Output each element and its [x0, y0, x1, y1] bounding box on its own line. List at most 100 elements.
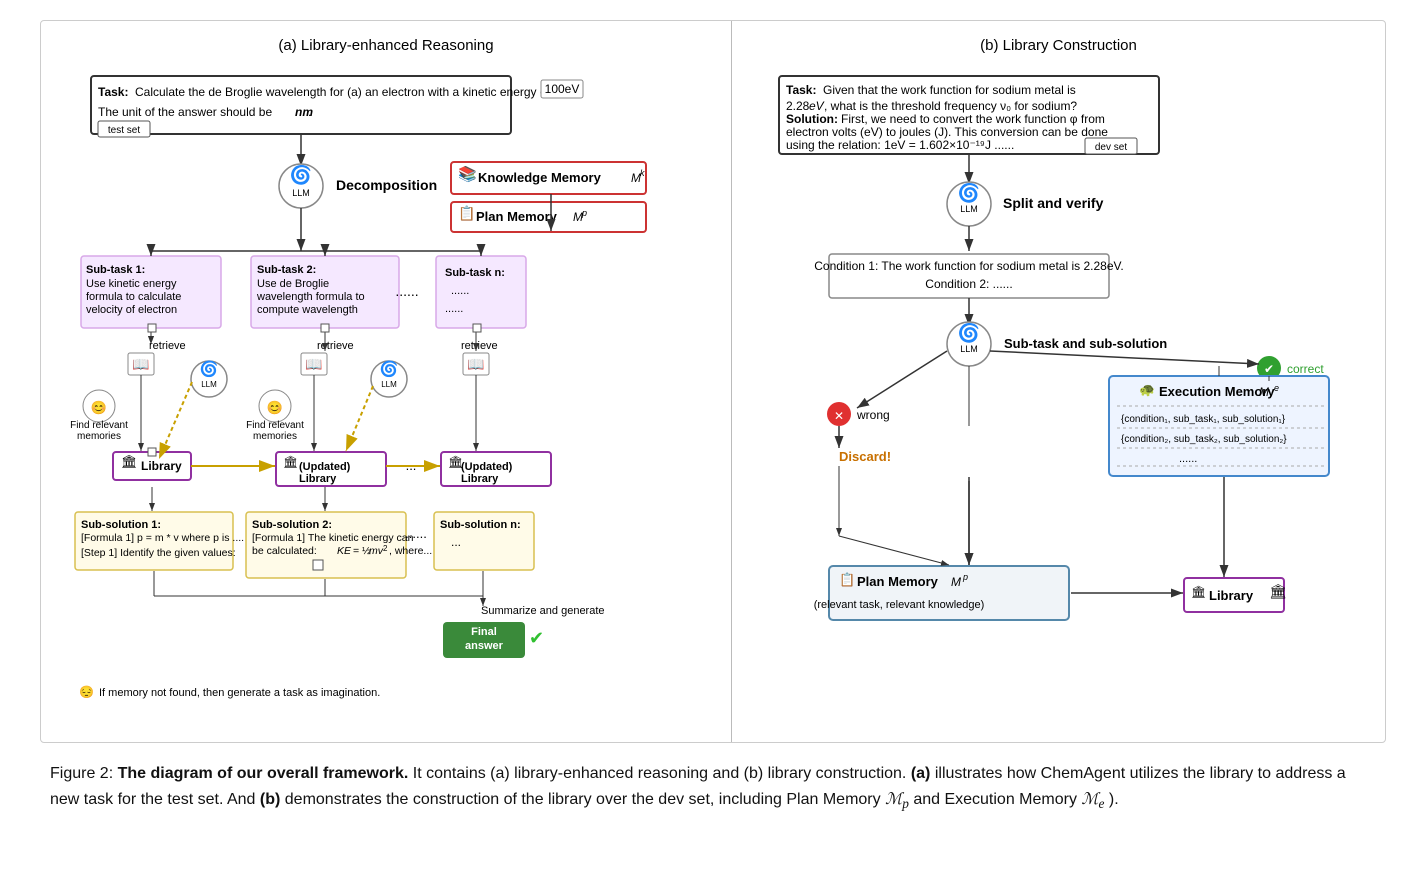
svg-text:{condition₁, sub_task₁, sub_so: {condition₁, sub_task₁, sub_solution₁}	[1121, 414, 1286, 425]
svg-text:Sub-task 2:: Sub-task 2:	[257, 264, 316, 276]
svg-text:2.28: 2.28	[786, 99, 810, 113]
svg-text:Use kinetic energy: Use kinetic energy	[86, 278, 177, 290]
svg-text:M: M	[1259, 385, 1269, 399]
svg-text:electron volts (eV) to joules: electron volts (eV) to joules (J). This …	[786, 125, 1108, 139]
svg-text:(Updated): (Updated)	[299, 461, 351, 473]
svg-text:Decomposition: Decomposition	[336, 177, 437, 193]
svg-text:Calculate the de Broglie wavel: Calculate the de Broglie wavelength for …	[135, 85, 551, 99]
right-diagram-svg: Task: Given that the work function for s…	[769, 66, 1349, 706]
svg-text:(Updated): (Updated)	[461, 461, 513, 473]
svg-text:🏛: 🏛	[1191, 585, 1206, 599]
svg-text:First, we need to convert the: First, we need to convert the work funct…	[841, 112, 1105, 126]
caption-a-label: (a)	[911, 765, 931, 782]
svg-text:[Formula 1] The kinetic energy: [Formula 1] The kinetic energy can	[252, 532, 414, 544]
svg-text:[Step 1] Identify the given va: [Step 1] Identify the given values:	[81, 547, 236, 559]
svg-text:Solution:: Solution:	[786, 112, 838, 126]
svg-text:.: .	[308, 105, 311, 119]
svg-text:......: ......	[445, 303, 463, 315]
svg-text:using the relation: 1eV = 1.60: using the relation: 1eV = 1.602×10⁻¹⁹J .…	[786, 138, 1014, 152]
svg-text:Use de Broglie: Use de Broglie	[257, 278, 329, 290]
svg-text:Condition 2: ......: Condition 2: ......	[925, 277, 1012, 291]
svg-text:Task:: Task:	[98, 85, 128, 99]
svg-text:k: k	[640, 168, 645, 178]
svg-text:be calculated:: be calculated:	[252, 545, 317, 557]
svg-text:velocity of electron: velocity of electron	[86, 304, 177, 316]
svg-text:LLM: LLM	[960, 344, 978, 354]
svg-text:🏛: 🏛	[1269, 583, 1287, 599]
svg-text:p: p	[581, 208, 587, 218]
panel-left: (a) Library-enhanced Reasoning	[41, 21, 732, 742]
svg-text:mv: mv	[369, 545, 384, 557]
svg-text:Library: Library	[1209, 588, 1254, 603]
svg-text:, what is the threshold freque: , what is the threshold frequency ν₀ for…	[824, 99, 1077, 113]
svg-text:Discard!: Discard!	[839, 449, 891, 464]
svg-text:🌀: 🌀	[290, 164, 312, 185]
svg-text:wrong: wrong	[856, 408, 890, 422]
svg-text:...: ...	[406, 458, 417, 473]
left-panel-title: (a) Library-enhanced Reasoning	[61, 37, 711, 54]
svg-text:......: ......	[1179, 453, 1197, 465]
svg-text:Plan Memory: Plan Memory	[857, 574, 939, 589]
svg-text:Library: Library	[461, 473, 499, 485]
caption-text4: and Execution Memory	[913, 791, 1081, 808]
svg-text:answer: answer	[465, 640, 504, 652]
svg-text:wavelength formula to: wavelength formula to	[256, 291, 365, 303]
svg-text:Sub-task and sub-solution: Sub-task and sub-solution	[1004, 336, 1167, 351]
svg-text:✔: ✔	[1263, 362, 1273, 376]
left-diagram-svg: Task: Calculate the de Broglie wavelengt…	[61, 66, 711, 726]
svg-text:📋: 📋	[839, 572, 855, 587]
svg-text:retrieve: retrieve	[149, 340, 186, 352]
svg-text:📖: 📖	[467, 356, 484, 372]
figure-number: Figure 2:	[50, 765, 113, 782]
svg-text:p: p	[962, 572, 968, 582]
svg-text:Final: Final	[471, 626, 497, 638]
caption-text1: It contains (a) library-enhanced reasoni…	[413, 765, 911, 782]
svg-text:......: ......	[451, 285, 469, 297]
svg-text:memories: memories	[77, 431, 121, 442]
svg-text:Sub-solution 2:: Sub-solution 2:	[252, 519, 332, 531]
svg-text:🏛: 🏛	[121, 454, 138, 469]
caption-text5: ).	[1109, 791, 1119, 808]
svg-text:formula to calculate: formula to calculate	[86, 291, 181, 303]
svg-text:correct: correct	[1287, 362, 1324, 376]
svg-text:📖: 📖	[305, 356, 322, 372]
right-panel-title: (b) Library Construction	[752, 37, 1365, 54]
svg-text:Find relevant: Find relevant	[70, 420, 128, 431]
svg-text:dev set: dev set	[1094, 142, 1126, 153]
figure-caption: Figure 2: The diagram of our overall fra…	[40, 761, 1386, 814]
svg-text:📚: 📚	[458, 165, 477, 183]
svg-text:😊: 😊	[267, 400, 283, 415]
svg-text:LLM: LLM	[292, 188, 310, 198]
svg-text:Given that the work function f: Given that the work function for sodium …	[823, 83, 1076, 97]
svg-text:[Formula 1] p = m * v where p: [Formula 1] p = m * v where p is ....	[81, 532, 244, 544]
svg-text:Knowledge Memory: Knowledge Memory	[478, 170, 602, 185]
svg-text:M: M	[951, 575, 961, 589]
diagram-section: (a) Library-enhanced Reasoning	[40, 20, 1386, 743]
svg-text:The unit of the answer should: The unit of the answer should be	[98, 105, 272, 119]
svg-text:...: ...	[451, 535, 461, 549]
svg-text:🌀: 🌀	[957, 182, 979, 203]
svg-text:Sub-solution n:: Sub-solution n:	[440, 519, 521, 531]
svg-text:retrieve: retrieve	[461, 340, 498, 352]
svg-text:LLM: LLM	[381, 380, 397, 389]
svg-text:Library: Library	[299, 473, 337, 485]
svg-text:Summarize and generate: Summarize and generate	[481, 605, 605, 617]
svg-text:compute wavelength: compute wavelength	[257, 304, 358, 316]
svg-text:e: e	[1274, 383, 1279, 393]
svg-text:test set: test set	[108, 125, 140, 136]
main-container: (a) Library-enhanced Reasoning	[0, 0, 1426, 834]
svg-text:Sub-task 1:: Sub-task 1:	[86, 264, 145, 276]
svg-text:🌀: 🌀	[957, 322, 979, 343]
svg-text:Find relevant: Find relevant	[246, 420, 304, 431]
svg-text:Split and verify: Split and verify	[1003, 195, 1104, 211]
svg-text:LLM: LLM	[960, 204, 978, 214]
svg-text:😔: 😔	[79, 685, 94, 699]
caption-math1: ℳp	[885, 791, 909, 808]
svg-text:🌀: 🌀	[380, 359, 399, 378]
svg-text:eV: eV	[809, 99, 825, 113]
svg-text:Sub-solution 1:: Sub-solution 1:	[81, 519, 161, 531]
panel-right: (b) Library Construction Task: Given tha…	[732, 21, 1385, 742]
svg-text:😊: 😊	[91, 400, 107, 415]
caption-text3: demonstrates the construction of the lib…	[285, 791, 885, 808]
svg-text:memories: memories	[253, 431, 297, 442]
